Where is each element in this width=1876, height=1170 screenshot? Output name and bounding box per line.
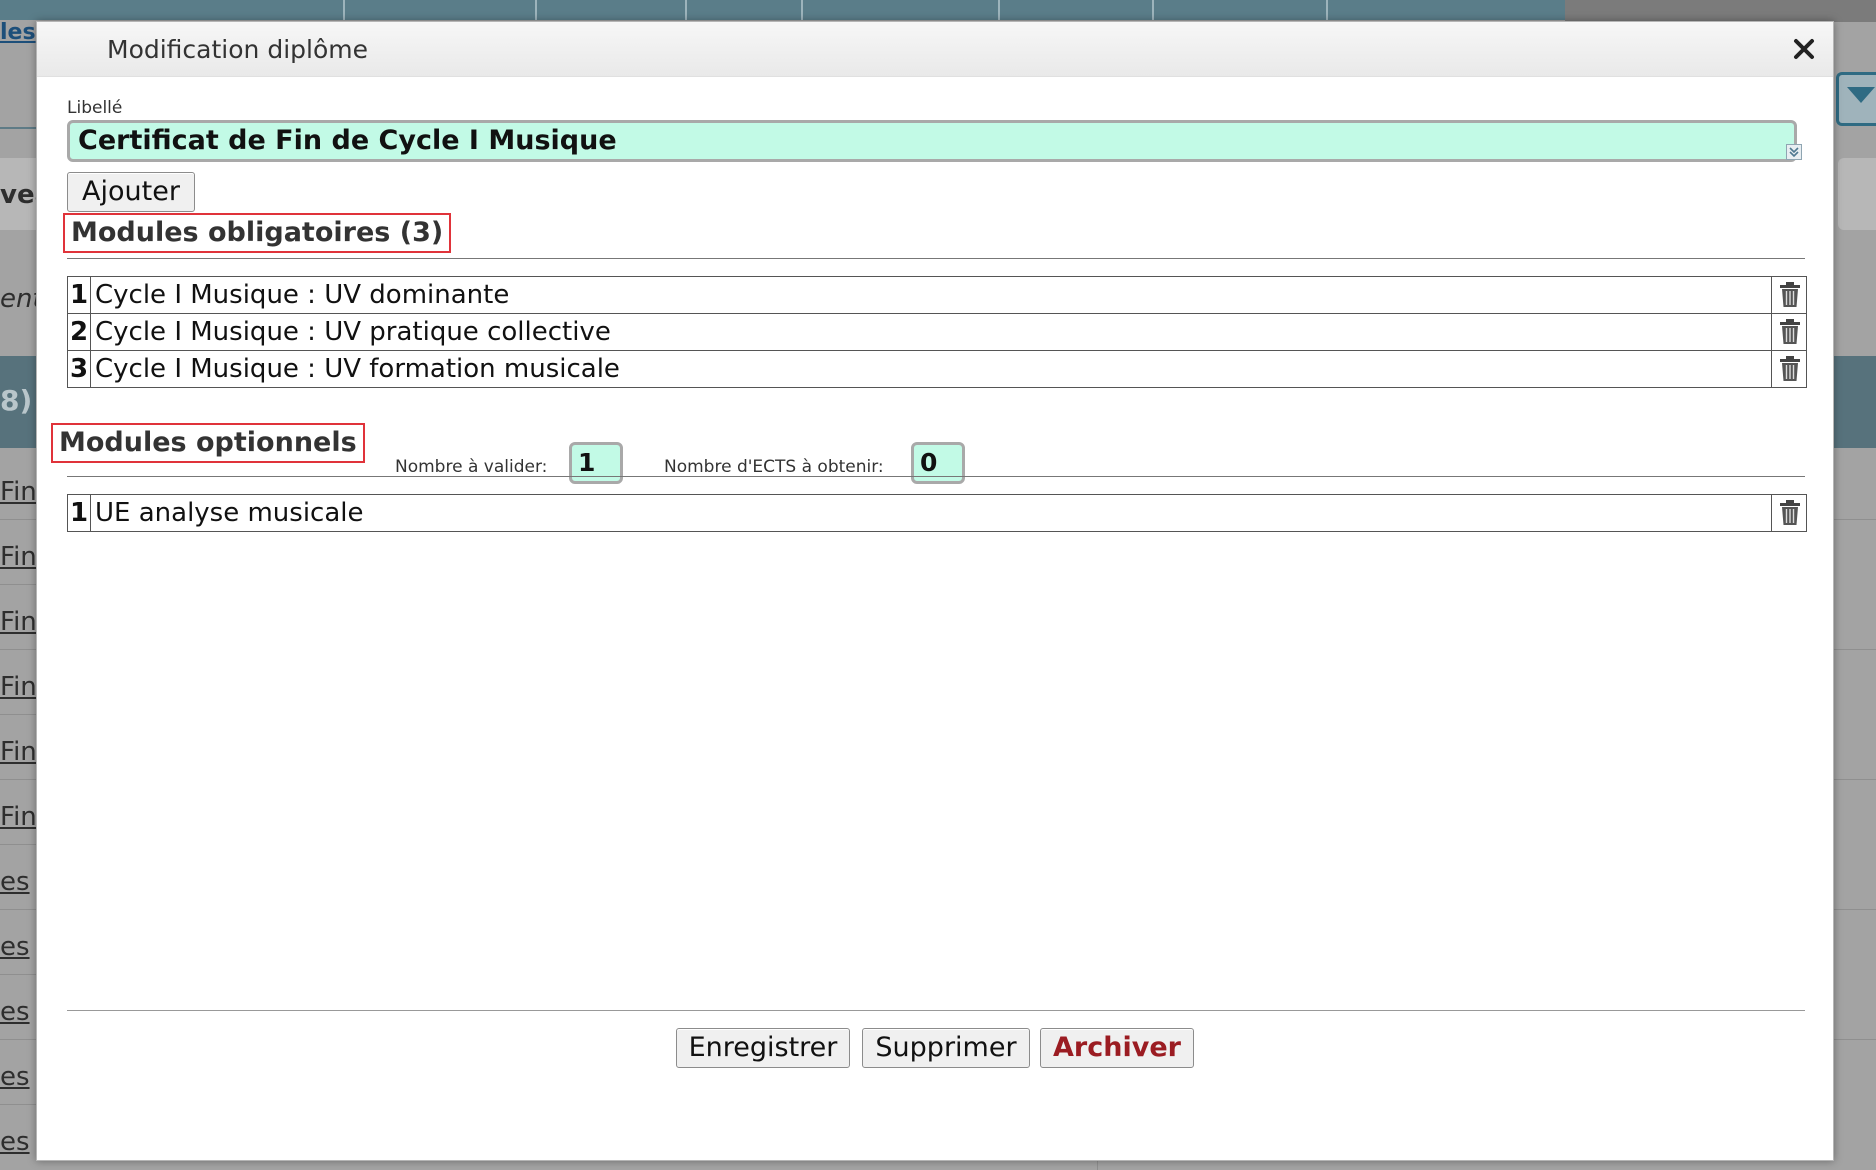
save-button[interactable]: Enregistrer: [676, 1028, 850, 1068]
background-row-link: es: [0, 867, 30, 897]
archive-button[interactable]: Archiver: [1040, 1028, 1194, 1068]
ects-count-input[interactable]: 0: [911, 442, 965, 484]
trash-icon[interactable]: [1771, 314, 1807, 350]
table-row: 1 UE analyse musicale: [68, 495, 1806, 531]
divider: [67, 258, 1805, 259]
optional-modules-heading: Modules optionnels: [51, 423, 365, 463]
background-row-link: Fin: [0, 607, 37, 637]
trash-icon[interactable]: [1771, 351, 1807, 387]
validate-count-label: Nombre à valider:: [395, 457, 548, 477]
dialog-title: Modification diplôme: [107, 35, 368, 64]
row-number: 2: [68, 314, 91, 350]
table-row: 3 Cycle I Musique : UV formation musical…: [68, 351, 1806, 387]
background-row-link: Fin: [0, 737, 37, 767]
optional-modules-table: 1 UE analyse musicale: [67, 494, 1807, 532]
background-band: [1832, 356, 1876, 448]
module-label: Cycle I Musique : UV pratique collective: [95, 317, 611, 347]
validate-count-input[interactable]: 1: [569, 442, 623, 484]
background-band: 8): [0, 356, 40, 448]
row-number: 1: [68, 495, 91, 531]
row-number: 3: [68, 351, 91, 387]
background-row-link: es: [0, 997, 30, 1027]
table-row: 2 Cycle I Musique : UV pratique collecti…: [68, 314, 1806, 351]
background-row-link: es: [0, 932, 30, 962]
footer-divider: [67, 1010, 1805, 1011]
background-fragment: 8): [0, 384, 33, 417]
libelle-label: Libellé: [67, 98, 123, 118]
background-nav-link: les: [0, 20, 36, 45]
module-label: UE analyse musicale: [95, 498, 364, 528]
ects-count-label: Nombre d'ECTS à obtenir:: [664, 457, 884, 477]
background-row-link: Fin: [0, 477, 37, 507]
background-row-link: Fin: [0, 672, 37, 702]
delete-button[interactable]: Supprimer: [862, 1028, 1030, 1068]
trash-icon[interactable]: [1771, 277, 1807, 313]
background-divider: [0, 127, 40, 129]
mandatory-modules-heading: Modules obligatoires (3): [63, 213, 452, 253]
background-top-nav-gray: [1565, 0, 1876, 22]
close-icon[interactable]: [1787, 32, 1821, 66]
background-panel: [1838, 158, 1876, 230]
dialog-titlebar[interactable]: Modification diplôme: [37, 22, 1833, 77]
modification-diplome-dialog: Modification diplôme Libellé Certificat …: [36, 21, 1834, 1161]
module-label: Cycle I Musique : UV dominante: [95, 280, 510, 310]
trash-icon[interactable]: [1771, 495, 1807, 531]
background-row-link: Fin: [0, 542, 37, 572]
background-row-link: es: [0, 1127, 30, 1157]
background-row-link: Fin: [0, 802, 37, 832]
row-number: 1: [68, 277, 91, 313]
libelle-input[interactable]: Certificat de Fin de Cycle I Musique: [67, 120, 1797, 162]
add-button[interactable]: Ajouter: [67, 172, 195, 212]
background-dropdown-button: [1836, 72, 1876, 126]
mandatory-modules-table: 1 Cycle I Musique : UV dominante 2 Cycle…: [67, 276, 1807, 388]
module-label: Cycle I Musique : UV formation musicale: [95, 354, 620, 384]
table-row: 1 Cycle I Musique : UV dominante: [68, 277, 1806, 314]
background-row-link: es: [0, 1062, 30, 1092]
divider: [67, 476, 1805, 477]
expand-icon[interactable]: [1786, 144, 1802, 160]
